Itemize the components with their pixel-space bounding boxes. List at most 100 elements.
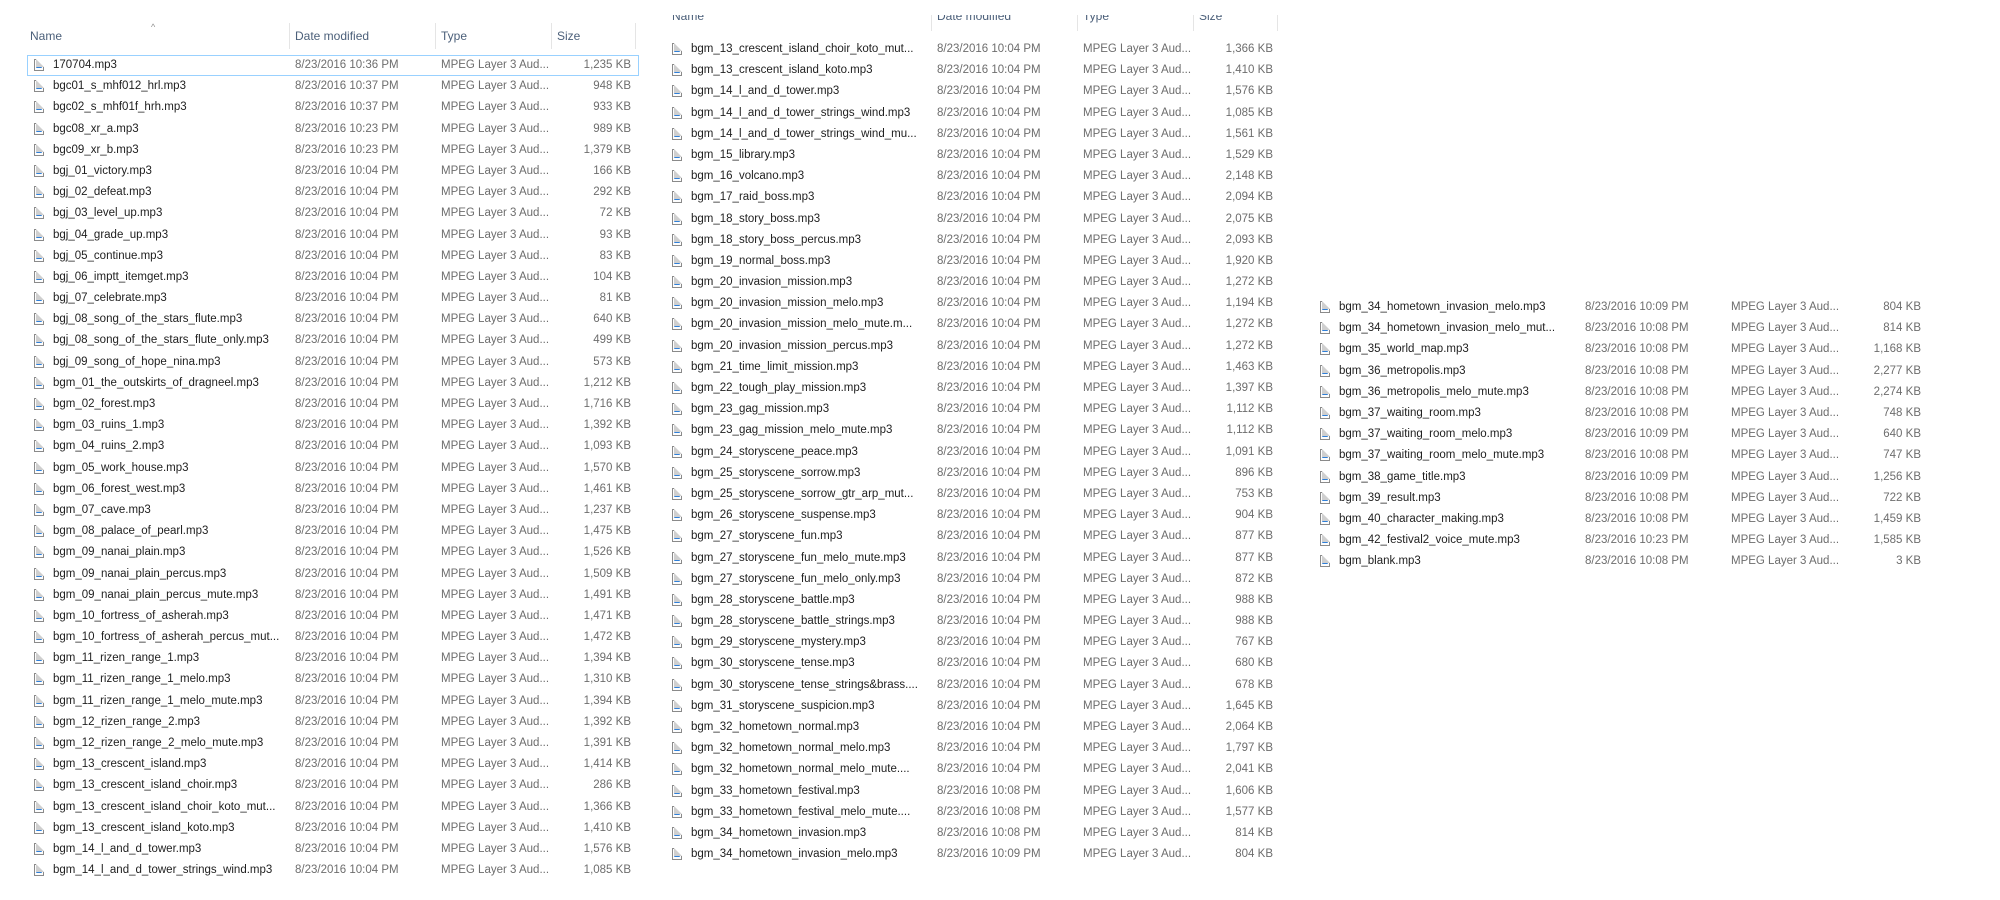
column-header-date-modified[interactable]: Date modified [295,21,369,51]
column-header-type[interactable]: Type [441,21,467,51]
column-divider[interactable] [1077,15,1078,31]
file-row[interactable]: bgm_01_the_outskirts_of_dragneel.mp3 8/23… [27,373,639,394]
file-row[interactable]: bgm_29_storyscene_mystery.mp3 8/23/2016 1… [665,632,1280,653]
file-row[interactable]: bgm_09_nanai_plain_percus.mp3 8/23/2016 1… [27,564,639,585]
column-divider[interactable] [1193,15,1194,31]
file-row[interactable]: bgm_14_l_and_d_tower.mp3 8/23/2016 10:04 … [665,81,1280,102]
file-row[interactable]: bgj_07_celebrate.mp3 8/23/2016 10:04 PM MP… [27,288,639,309]
file-row[interactable]: bgm_37_waiting_room_melo_mute.mp3 8/23/20… [1313,445,1933,466]
file-row[interactable]: bgm_32_hometown_normal_melo.mp3 8/23/2016… [665,738,1280,759]
column-header-name[interactable]: Name [672,15,704,31]
file-row[interactable]: bgm_25_storyscene_sorrow.mp3 8/23/2016 10… [665,463,1280,484]
column-divider[interactable] [551,23,552,49]
file-row[interactable]: bgm_14_l_and_d_tower.mp3 8/23/2016 10:04 … [27,839,639,860]
file-row[interactable]: bgm_18_story_boss.mp3 8/23/2016 10:04 PM M… [665,209,1280,230]
file-row[interactable]: bgc08_xr_a.mp3 8/23/2016 10:23 PM MPEG Lay… [27,119,639,140]
file-row[interactable]: bgm_34_hometown_invasion_melo.mp3 8/23/20… [1313,297,1933,318]
file-row[interactable]: bgm_13_crescent_island_choir_koto_mut...… [27,797,639,818]
file-row[interactable]: bgm_03_ruins_1.mp3 8/23/2016 10:04 PM MPEG… [27,415,639,436]
file-row[interactable]: bgm_27_storyscene_fun_melo_only.mp3 8/23/… [665,569,1280,590]
column-header-name[interactable]: Name [30,21,62,51]
file-row[interactable]: bgj_01_victory.mp3 8/23/2016 10:04 PM MPEG… [27,161,639,182]
file-row[interactable]: bgm_20_invasion_mission_melo_mute.m... 8/… [665,314,1280,335]
file-row[interactable]: bgm_28_storyscene_battle.mp3 8/23/2016 10… [665,590,1280,611]
file-row[interactable]: bgm_16_volcano.mp3 8/23/2016 10:04 PM MPEG… [665,166,1280,187]
file-row[interactable]: bgc09_xr_b.mp3 8/23/2016 10:23 PM MPEG Lay… [27,140,639,161]
file-row[interactable]: bgm_14_l_and_d_tower_strings_wind.mp3 8/2… [27,860,639,879]
file-row[interactable]: bgm_13_crescent_island_koto.mp3 8/23/2016… [665,60,1280,81]
file-row[interactable]: bgm_04_ruins_2.mp3 8/23/2016 10:04 PM MPEG… [27,436,639,457]
file-row[interactable]: bgm_24_storyscene_peace.mp3 8/23/2016 10:… [665,442,1280,463]
file-row[interactable]: bgj_03_level_up.mp3 8/23/2016 10:04 PM MPE… [27,203,639,224]
file-row[interactable]: bgm_14_l_and_d_tower_strings_wind_mu... 8… [665,124,1280,145]
column-divider[interactable] [1277,15,1278,31]
file-row[interactable]: bgm_08_palace_of_pearl.mp3 8/23/2016 10:0… [27,521,639,542]
file-row[interactable]: bgm_10_fortress_of_asherah_percus_mut...… [27,627,639,648]
file-row[interactable]: bgm_35_world_map.mp3 8/23/2016 10:08 PM MP… [1313,339,1933,360]
file-row[interactable]: bgm_12_rizen_range_2.mp3 8/23/2016 10:04 … [27,712,639,733]
file-row[interactable]: bgm_13_crescent_island.mp3 8/23/2016 10:0… [27,754,639,775]
file-row[interactable]: bgm_17_raid_boss.mp3 8/23/2016 10:04 PM MP… [665,187,1280,208]
file-row[interactable]: bgm_14_l_and_d_tower_strings_wind.mp3 8/2… [665,103,1280,124]
file-row[interactable]: bgm_30_storyscene_tense.mp3 8/23/2016 10:… [665,653,1280,674]
file-row[interactable]: bgm_20_invasion_mission_melo.mp3 8/23/201… [665,293,1280,314]
file-row[interactable]: bgm_37_waiting_room.mp3 8/23/2016 10:08 P… [1313,403,1933,424]
file-row[interactable]: bgj_05_continue.mp3 8/23/2016 10:04 PM MPE… [27,246,639,267]
file-row[interactable]: bgm_25_storyscene_sorrow_gtr_arp_mut... 8… [665,484,1280,505]
file-row[interactable]: bgm_13_crescent_island_choir.mp3 8/23/201… [27,775,639,796]
file-row[interactable]: bgm_blank.mp3 8/23/2016 10:08 PM MPEG Laye… [1313,551,1933,567]
file-row[interactable]: bgm_39_result.mp3 8/23/2016 10:08 PM MPEG … [1313,488,1933,509]
file-row[interactable]: bgm_13_crescent_island_choir_koto_mut...… [665,39,1280,60]
file-row[interactable]: bgm_28_storyscene_battle_strings.mp3 8/23… [665,611,1280,632]
file-row[interactable]: 170704.mp3 8/23/2016 10:36 PM MPEG Layer 3… [27,55,639,77]
file-row[interactable]: bgc02_s_mhf01f_hrh.mp3 8/23/2016 10:37 PM… [27,97,639,118]
file-row[interactable]: bgj_08_song_of_the_stars_flute_only.mp3 8… [27,330,639,351]
column-header-date-modified[interactable]: Date modified [937,15,1011,31]
file-row[interactable]: bgm_32_hometown_normal_melo_mute.... 8/23… [665,759,1280,780]
file-row[interactable]: bgm_18_story_boss_percus.mp3 8/23/2016 10… [665,230,1280,251]
column-header-size[interactable]: Size [557,21,580,51]
column-divider[interactable] [435,23,436,49]
file-row[interactable]: bgm_33_hometown_festival_melo_mute.... 8/… [665,802,1280,823]
file-row[interactable]: bgm_21_time_limit_mission.mp3 8/23/2016 1… [665,357,1280,378]
column-header-type[interactable]: Type [1083,15,1109,31]
file-row[interactable]: bgm_32_hometown_normal.mp3 8/23/2016 10:0… [665,717,1280,738]
file-row[interactable]: bgm_34_hometown_invasion_melo_mut... 8/23… [1313,318,1933,339]
file-row[interactable]: bgm_02_forest.mp3 8/23/2016 10:04 PM MPEG … [27,394,639,415]
file-row[interactable]: bgm_10_fortress_of_asherah.mp3 8/23/2016 … [27,606,639,627]
file-row[interactable]: bgm_11_rizen_range_1_melo.mp3 8/23/2016 1… [27,669,639,690]
file-row[interactable]: bgm_36_metropolis.mp3 8/23/2016 10:08 PM M… [1313,361,1933,382]
file-row[interactable]: bgj_09_song_of_hope_nina.mp3 8/23/2016 10… [27,352,639,373]
file-row[interactable]: bgm_26_storyscene_suspense.mp3 8/23/2016 … [665,505,1280,526]
file-row[interactable]: bgm_33_hometown_festival.mp3 8/23/2016 10… [665,781,1280,802]
file-row[interactable]: bgm_27_storyscene_fun_melo_mute.mp3 8/23/… [665,548,1280,569]
file-row[interactable]: bgm_09_nanai_plain.mp3 8/23/2016 10:04 PM… [27,542,639,563]
file-row[interactable]: bgm_11_rizen_range_1_melo_mute.mp3 8/23/2… [27,691,639,712]
file-row[interactable]: bgm_22_tough_play_mission.mp3 8/23/2016 1… [665,378,1280,399]
file-row[interactable]: bgm_34_hometown_invasion.mp3 8/23/2016 10… [665,823,1280,844]
file-row[interactable]: bgm_30_storyscene_tense_strings&brass...… [665,675,1280,696]
file-row[interactable]: bgj_02_defeat.mp3 8/23/2016 10:04 PM MPEG … [27,182,639,203]
file-row[interactable]: bgj_04_grade_up.mp3 8/23/2016 10:04 PM MPE… [27,225,639,246]
column-header-size[interactable]: Size [1199,15,1222,31]
file-row[interactable]: bgm_31_storyscene_suspicion.mp3 8/23/2016… [665,696,1280,717]
column-divider[interactable] [635,23,636,49]
file-row[interactable]: bgm_13_crescent_island_koto.mp3 8/23/2016… [27,818,639,839]
file-row[interactable]: bgm_40_character_making.mp3 8/23/2016 10:… [1313,509,1933,530]
column-divider[interactable] [931,15,932,31]
file-row[interactable]: bgm_06_forest_west.mp3 8/23/2016 10:04 PM… [27,479,639,500]
file-row[interactable]: bgm_15_library.mp3 8/23/2016 10:04 PM MPEG… [665,145,1280,166]
file-row[interactable]: bgm_36_metropolis_melo_mute.mp3 8/23/2016… [1313,382,1933,403]
file-row[interactable]: bgm_05_work_house.mp3 8/23/2016 10:04 PM M… [27,458,639,479]
file-row[interactable]: bgm_19_normal_boss.mp3 8/23/2016 10:04 PM… [665,251,1280,272]
file-row[interactable]: bgm_23_gag_mission_melo_mute.mp3 8/23/201… [665,420,1280,441]
file-row[interactable]: bgm_23_gag_mission.mp3 8/23/2016 10:04 PM… [665,399,1280,420]
file-row[interactable]: bgm_11_rizen_range_1.mp3 8/23/2016 10:04 … [27,648,639,669]
file-row[interactable]: bgm_12_rizen_range_2_melo_mute.mp3 8/23/2… [27,733,639,754]
file-row[interactable]: bgj_08_song_of_the_stars_flute.mp3 8/23/2… [27,309,639,330]
file-row[interactable]: bgm_37_waiting_room_melo.mp3 8/23/2016 10… [1313,424,1933,445]
column-divider[interactable] [289,23,290,49]
file-row[interactable]: bgm_07_cave.mp3 8/23/2016 10:04 PM MPEG La… [27,500,639,521]
file-row[interactable]: bgm_09_nanai_plain_percus_mute.mp3 8/23/2… [27,585,639,606]
file-row[interactable]: bgm_38_game_title.mp3 8/23/2016 10:09 PM M… [1313,467,1933,488]
